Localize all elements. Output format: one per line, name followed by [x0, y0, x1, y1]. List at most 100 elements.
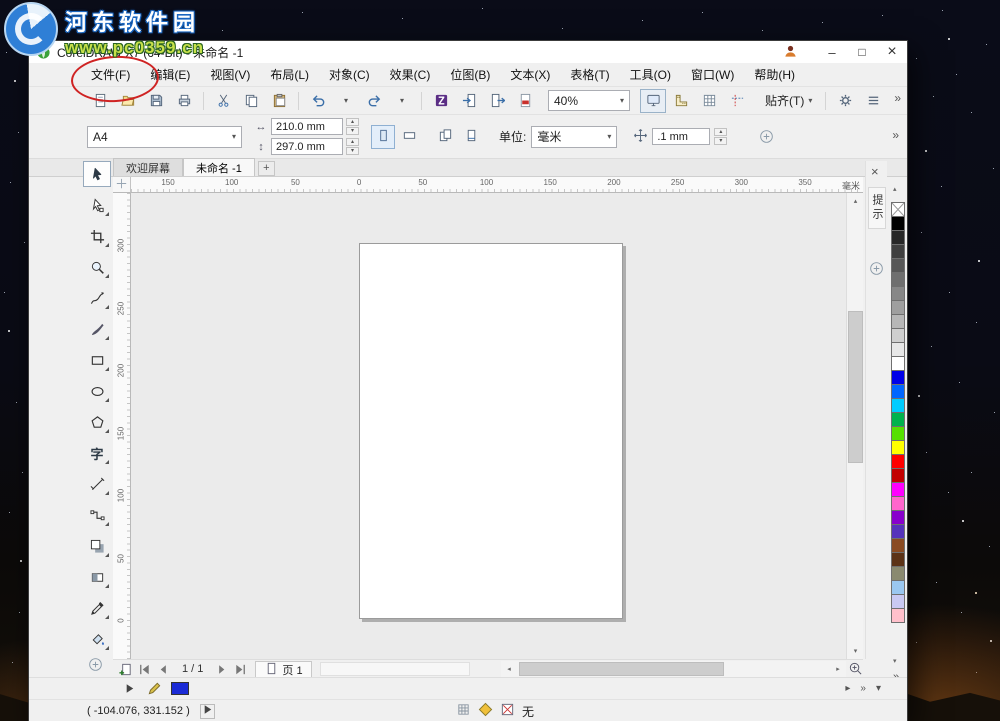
menu-object[interactable]: 对象(C) — [319, 62, 380, 87]
zoom-level-select[interactable]: 40% — [548, 90, 630, 111]
prev-page-icon[interactable] — [155, 661, 172, 677]
print[interactable] — [171, 89, 197, 113]
all-pages-button[interactable] — [433, 125, 457, 149]
color-swatch[interactable] — [891, 440, 905, 455]
vertical-ruler[interactable]: 300 250 200 150 100 50 0 — [113, 193, 131, 659]
docker-close-icon[interactable] — [871, 165, 879, 178]
color-swatch[interactable] — [891, 244, 905, 259]
horizontal-ruler[interactable]: 毫米 150 100 50 0 50 100 150 200 250 300 350 — [131, 177, 863, 193]
color-swatch[interactable] — [891, 454, 905, 469]
pick-tool[interactable] — [83, 161, 111, 187]
color-eyedropper-tool[interactable] — [83, 595, 111, 621]
scroll-left-button[interactable] — [501, 661, 517, 677]
maximize-button[interactable] — [847, 41, 877, 63]
undo[interactable] — [305, 89, 331, 113]
plus-circle-icon[interactable] — [759, 129, 776, 146]
color-swatch[interactable] — [891, 524, 905, 539]
connector-tool[interactable] — [83, 502, 111, 528]
nudge-step-down[interactable] — [714, 137, 728, 145]
color-swatch[interactable] — [891, 510, 905, 525]
toolbar-overflow-button[interactable] — [894, 91, 901, 105]
scroll-right-button[interactable] — [830, 661, 846, 677]
menu-edit[interactable]: 编辑(E) — [140, 62, 200, 87]
show-grid[interactable] — [696, 89, 722, 113]
portrait-button[interactable] — [371, 124, 395, 149]
color-swatch[interactable] — [891, 370, 905, 385]
parallel-dimension-tool[interactable] — [83, 471, 111, 497]
minimize-button[interactable] — [817, 41, 847, 63]
first-page-icon[interactable] — [136, 661, 153, 677]
color-swatch[interactable] — [891, 482, 905, 497]
ruler-origin-button[interactable] — [113, 177, 131, 193]
crop-tool[interactable] — [83, 223, 111, 249]
page-size-select[interactable]: A4 — [87, 125, 242, 148]
current-page-button[interactable] — [459, 125, 483, 149]
ellipse-tool[interactable] — [83, 378, 111, 404]
color-swatch[interactable] — [891, 468, 905, 483]
next-page-icon[interactable] — [213, 661, 230, 677]
polygon-tool[interactable] — [83, 409, 111, 435]
redo[interactable] — [361, 89, 387, 113]
menu-text[interactable]: 文本(X) — [500, 62, 560, 87]
account-icon[interactable] — [783, 44, 801, 60]
color-swatch[interactable] — [891, 314, 905, 329]
tab-welcome-screen[interactable]: 欢迎屏幕 — [113, 158, 183, 176]
units-select[interactable]: 毫米 — [531, 125, 618, 148]
menu-help[interactable]: 帮助(H) — [744, 62, 805, 87]
color-swatch[interactable] — [891, 328, 905, 343]
height-step-down[interactable] — [346, 147, 359, 155]
show-guidelines[interactable] — [724, 89, 750, 113]
status-expand-icon[interactable] — [845, 683, 850, 694]
palette-scroll-up[interactable] — [893, 185, 897, 193]
vertical-scrollbar[interactable] — [846, 193, 863, 659]
page-width-input[interactable]: 210.0 mm — [271, 118, 343, 135]
color-swatch[interactable] — [891, 552, 905, 567]
height-step-up[interactable] — [346, 138, 359, 146]
new-document-tab-button[interactable]: + — [257, 161, 275, 176]
fill-color-swatch[interactable] — [171, 682, 189, 695]
import[interactable] — [456, 89, 482, 113]
color-swatch[interactable] — [891, 538, 905, 553]
color-swatch[interactable] — [891, 496, 905, 511]
zoom-tool[interactable] — [83, 254, 111, 280]
paste[interactable] — [266, 89, 292, 113]
color-swatch[interactable] — [891, 272, 905, 287]
color-swatch[interactable] — [891, 398, 905, 413]
color-swatch-none[interactable] — [891, 202, 905, 217]
color-swatch[interactable] — [891, 412, 905, 427]
rectangle-tool[interactable] — [83, 347, 111, 373]
scroll-up-button[interactable] — [847, 193, 864, 209]
nudge-step-up[interactable] — [714, 128, 728, 136]
status-overflow-button[interactable] — [860, 683, 866, 694]
interactive-fill-tool[interactable] — [83, 626, 111, 652]
page-height-input[interactable]: 297.0 mm — [271, 138, 343, 155]
color-swatch[interactable] — [891, 286, 905, 301]
drawing-canvas[interactable] — [131, 193, 846, 659]
landscape-button[interactable] — [397, 125, 421, 149]
new-document[interactable] — [87, 89, 113, 113]
zoom-fit-icon[interactable] — [848, 661, 864, 677]
text-tool[interactable]: 字 — [83, 440, 111, 466]
menu-view[interactable]: 视图(V) — [200, 62, 260, 87]
transparency-tool[interactable] — [83, 564, 111, 590]
property-bar-overflow-button[interactable] — [892, 128, 899, 142]
shape-tool[interactable] — [83, 192, 111, 218]
color-swatch[interactable] — [891, 356, 905, 371]
coordinates-play-button[interactable] — [199, 703, 215, 719]
status-collapse-icon[interactable] — [876, 683, 881, 694]
application-launcher[interactable] — [428, 89, 454, 113]
color-swatch[interactable] — [891, 608, 905, 623]
plus-circle-icon[interactable] — [869, 261, 885, 277]
vertical-scrollbar-thumb[interactable] — [848, 311, 863, 463]
horizontal-scrollbar-thumb[interactable] — [519, 662, 724, 676]
color-swatch[interactable] — [891, 230, 905, 245]
page-tab[interactable]: 页 1 — [255, 660, 312, 678]
close-button[interactable] — [877, 41, 907, 63]
color-swatch[interactable] — [891, 384, 905, 399]
snap-to-dropdown[interactable]: 贴齐(T) — [758, 92, 819, 109]
redo-dropdown-arrow[interactable]: ▾ — [389, 89, 415, 113]
copy[interactable] — [238, 89, 264, 113]
color-swatch[interactable] — [891, 342, 905, 357]
menu-layout[interactable]: 布局(L) — [260, 62, 319, 87]
publish-pdf[interactable] — [512, 89, 538, 113]
